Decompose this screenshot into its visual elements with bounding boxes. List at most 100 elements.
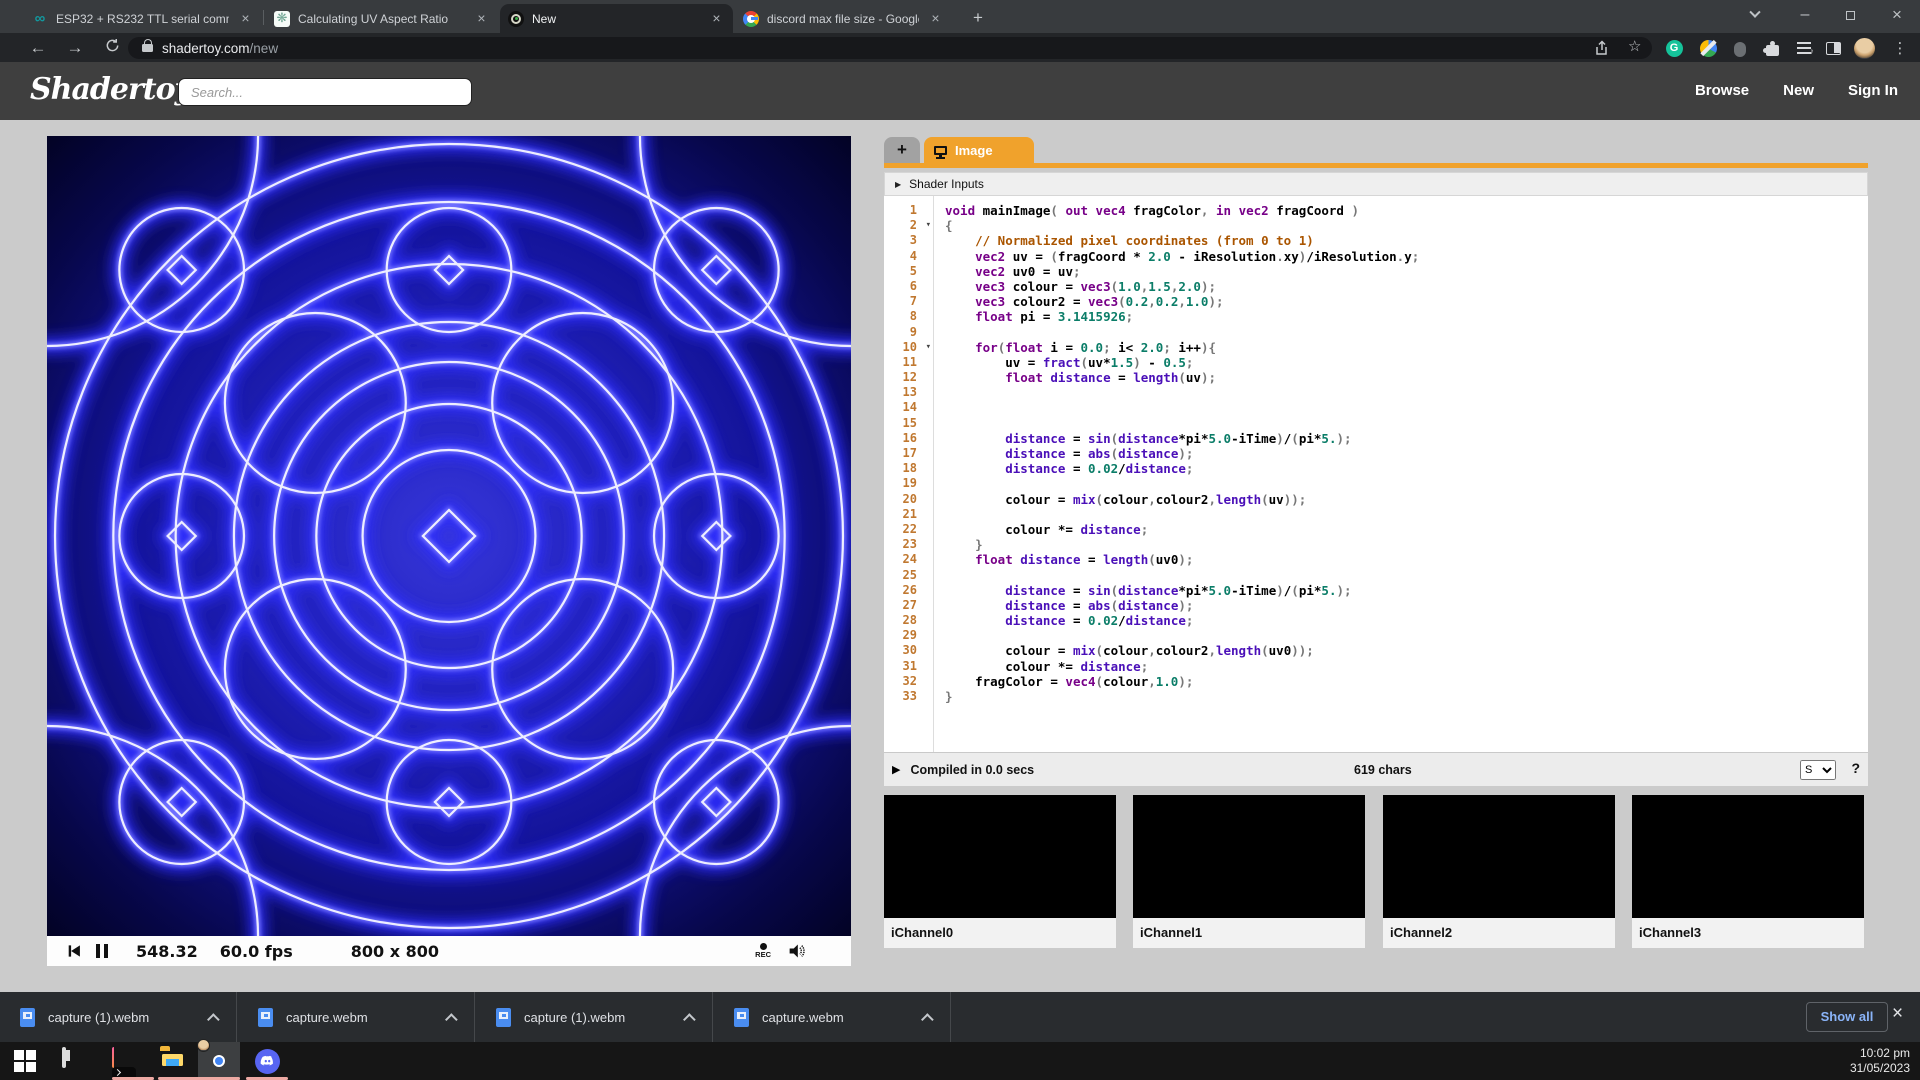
code-lines[interactable]: void mainImage( out vec4 fragColor, in v…	[935, 196, 1868, 752]
code-line[interactable]: float pi = 3.1415926;	[945, 309, 1868, 324]
code-line[interactable]: distance = sin(distance*pi*5.0-iTime)/(p…	[945, 583, 1868, 598]
browser-tab-esp32[interactable]: ∞ ESP32 + RS232 TTL serial commu ×	[24, 4, 262, 33]
fullscreen-button[interactable]	[821, 944, 835, 958]
code-line[interactable]: for(float i = 0.0; i< 2.0; i++){	[945, 340, 1868, 355]
back-button[interactable]: ←	[26, 36, 50, 60]
window-restore-button[interactable]	[1830, 0, 1870, 30]
ichannel1-slot[interactable]: iChannel1	[1133, 795, 1365, 948]
code-line[interactable]	[945, 568, 1868, 583]
search-input[interactable]	[178, 78, 472, 106]
code-line[interactable]: colour = mix(colour,colour2,length(uv));	[945, 492, 1868, 507]
browser-tab-uv-aspect[interactable]: ❋ Calculating UV Aspect Ratio ×	[266, 4, 498, 33]
download-item[interactable]: capture (1).webm	[476, 992, 713, 1042]
window-close-button[interactable]: ×	[1877, 0, 1917, 30]
code-line[interactable]: vec2 uv0 = uv;	[945, 264, 1868, 279]
fold-marker-icon[interactable]: ▾	[926, 218, 931, 233]
code-editor[interactable]: 12▾345678910▾111213141516171819202122232…	[884, 196, 1868, 752]
lock-icon[interactable]	[142, 43, 153, 53]
tab-close-icon[interactable]: ×	[708, 10, 725, 27]
code-line[interactable]	[945, 507, 1868, 522]
start-button[interactable]	[14, 1049, 38, 1073]
media-queue-icon[interactable]: ♪	[1792, 36, 1816, 60]
ichannel2-slot[interactable]: iChannel2	[1383, 795, 1615, 948]
extensions-puzzle-icon[interactable]	[1760, 36, 1784, 60]
code-line[interactable]: uv = fract(uv*1.5) - 0.5;	[945, 355, 1868, 370]
code-line[interactable]	[945, 476, 1868, 491]
add-pass-button[interactable]: +	[884, 137, 920, 163]
nav-sign-in[interactable]: Sign In	[1848, 82, 1898, 99]
code-line[interactable]: distance = sin(distance*pi*5.0-iTime)/(p…	[945, 431, 1868, 446]
font-size-select[interactable]: S	[1800, 760, 1836, 780]
bug-extension-icon[interactable]	[1728, 36, 1752, 60]
browser-menu-icon[interactable]: ⋮	[1888, 36, 1912, 60]
code-line[interactable]: }	[945, 689, 1868, 704]
tab-close-icon[interactable]: ×	[473, 10, 490, 27]
help-button[interactable]: ?	[1851, 760, 1860, 776]
ichannel0-slot[interactable]: iChannel0	[884, 795, 1116, 948]
record-button[interactable]: REC	[755, 943, 771, 959]
code-line[interactable]	[945, 400, 1868, 415]
fold-marker-icon[interactable]: ▾	[926, 340, 931, 355]
expand-errors-icon[interactable]: ▶	[892, 763, 900, 776]
reload-button[interactable]	[100, 36, 124, 60]
docs-offline-extension-icon[interactable]	[1696, 36, 1720, 60]
nav-new[interactable]: New	[1783, 82, 1814, 99]
window-minimize-button[interactable]: –	[1785, 0, 1825, 30]
code-line[interactable]	[945, 416, 1868, 431]
side-panel-icon[interactable]	[1821, 36, 1845, 60]
download-item[interactable]: capture (1).webm	[0, 992, 237, 1042]
chrome-app-icon[interactable]	[207, 1049, 231, 1073]
shader-canvas[interactable]	[47, 136, 851, 936]
profile-avatar[interactable]	[1852, 36, 1876, 60]
shader-inputs-toggle[interactable]: ▶ Shader Inputs	[884, 172, 1868, 196]
new-tab-button[interactable]: +	[966, 7, 990, 31]
file-explorer-icon[interactable]	[160, 1049, 184, 1073]
image-pass-tab[interactable]: Image	[924, 137, 1034, 163]
code-line[interactable]: }	[945, 537, 1868, 552]
shadertoy-logo[interactable]: Shadertoy	[30, 72, 191, 107]
nav-browse[interactable]: Browse	[1695, 82, 1749, 99]
ichannel3-slot[interactable]: iChannel3	[1632, 795, 1864, 948]
browser-tab-new-active[interactable]: New ×	[500, 4, 733, 33]
code-line[interactable]	[945, 385, 1868, 400]
window-chevron-icon[interactable]	[1735, 0, 1775, 30]
code-line[interactable]: {	[945, 218, 1868, 233]
code-line[interactable]	[945, 628, 1868, 643]
code-line[interactable]: // Normalized pixel coordinates (from 0 …	[945, 233, 1868, 248]
line-number-gutter: 12▾345678910▾111213141516171819202122232…	[884, 196, 934, 752]
forward-button[interactable]: →	[63, 36, 87, 60]
code-line[interactable]: distance = abs(distance);	[945, 446, 1868, 461]
show-all-downloads-button[interactable]: Show all	[1806, 1002, 1888, 1032]
code-line[interactable]: vec3 colour = vec3(1.0,1.5,2.0);	[945, 279, 1868, 294]
taskbar-clock[interactable]: 10:02 pm 31/05/2023	[1850, 1046, 1910, 1076]
code-line[interactable]: vec2 uv = (fragCoord * 2.0 - iResolution…	[945, 249, 1868, 264]
code-line[interactable]: distance = abs(distance);	[945, 598, 1868, 613]
code-line[interactable]: float distance = length(uv);	[945, 370, 1868, 385]
terminal-app-icon[interactable]	[112, 1049, 136, 1073]
download-item[interactable]: capture.webm	[238, 992, 475, 1042]
discord-app-icon[interactable]	[255, 1049, 279, 1073]
code-line[interactable]: fragColor = vec4(colour,1.0);	[945, 674, 1868, 689]
grammarly-extension-icon[interactable]: G	[1662, 36, 1686, 60]
download-item[interactable]: capture.webm	[714, 992, 951, 1042]
tab-close-icon[interactable]: ×	[237, 10, 254, 27]
code-line[interactable]: distance = 0.02/distance;	[945, 461, 1868, 476]
browser-tab-discord-search[interactable]: discord max file size - Google Sea ×	[735, 4, 952, 33]
code-line[interactable]	[945, 325, 1868, 340]
code-line[interactable]: colour = mix(colour,colour2,length(uv0))…	[945, 643, 1868, 658]
downloads-close-icon[interactable]: ×	[1892, 1003, 1903, 1025]
code-line[interactable]: float distance = length(uv0);	[945, 552, 1868, 567]
bookmark-star-icon[interactable]: ☆	[1628, 37, 1645, 54]
rewind-button[interactable]	[65, 943, 82, 959]
tab-close-icon[interactable]: ×	[927, 10, 944, 27]
code-line[interactable]: colour *= distance;	[945, 522, 1868, 537]
code-line[interactable]: void mainImage( out vec4 fragColor, in v…	[945, 203, 1868, 218]
code-line[interactable]: vec3 colour2 = vec3(0.2,0.2,1.0);	[945, 294, 1868, 309]
code-line[interactable]: colour *= distance;	[945, 659, 1868, 674]
volume-button[interactable]	[787, 942, 807, 960]
address-bar[interactable]: shadertoy.com/new ☆	[128, 37, 1652, 59]
share-icon[interactable]	[1594, 40, 1611, 57]
pause-button[interactable]	[94, 944, 110, 958]
code-line[interactable]: distance = 0.02/distance;	[945, 613, 1868, 628]
task-view-button[interactable]	[62, 1049, 86, 1073]
